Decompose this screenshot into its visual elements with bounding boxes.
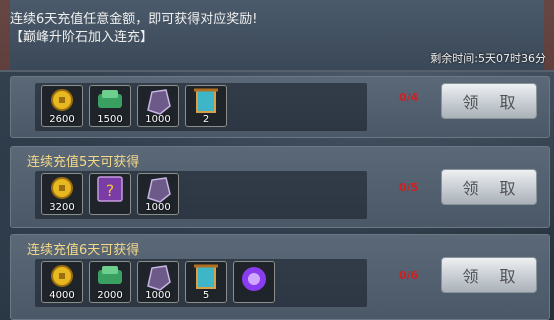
item-quantity: 5 <box>202 290 210 301</box>
purple-stone-icon <box>147 89 171 115</box>
reward-items: 2600 1500 1000 2 <box>35 83 367 131</box>
reward-item[interactable]: 1000 <box>137 173 179 215</box>
jade-stack-icon <box>98 90 122 108</box>
progress-count: 0/5 <box>399 181 419 194</box>
tier-title: 连续充值6天可获得 <box>27 243 140 258</box>
reward-items: 4000 2000 1000 5 <box>35 259 367 307</box>
remaining-time: 剩余时间:5天07时36分 <box>430 52 546 65</box>
gold-coin-icon <box>51 89 73 111</box>
reward-item[interactable]: 1500 <box>89 85 131 127</box>
scroll-icon <box>194 264 218 289</box>
item-quantity: 1000 <box>145 114 171 125</box>
reward-tier-5-days: 连续充值5天可获得 3200 ? 1000 0/5 领 取 <box>10 146 550 228</box>
progress-count: 0/6 <box>399 269 419 282</box>
reward-item[interactable]: ? <box>89 173 131 215</box>
item-quantity: 1000 <box>145 202 171 213</box>
item-quantity: 1500 <box>97 114 123 125</box>
reward-tier-6-days: 连续充值6天可获得 4000 2000 1000 5 0/6 领 取 <box>10 234 550 320</box>
scroll-icon <box>194 88 218 113</box>
progress-count: 0/4 <box>399 91 419 104</box>
item-quantity: 2 <box>202 114 210 125</box>
item-quantity: 2000 <box>97 290 123 301</box>
purple-orb-icon <box>242 267 266 291</box>
gold-coin-icon <box>51 265 73 287</box>
banner-ornament-left <box>0 0 10 70</box>
purple-stone-icon <box>147 177 171 203</box>
jade-stack-icon <box>98 266 122 284</box>
item-quantity: 2600 <box>49 114 75 125</box>
reward-item[interactable]: 2000 <box>89 261 131 303</box>
tier-title: 连续充值5天可获得 <box>27 155 140 170</box>
reward-item[interactable]: 2600 <box>41 85 83 127</box>
event-banner: 连续6天充值任意金额，即可获得对应奖励! 【巅峰升阶石加入连充】 剩余时间:5天… <box>0 0 554 72</box>
reward-tier-4-days: 2600 1500 1000 2 0/4 领 取 <box>10 76 550 138</box>
purple-stone-icon <box>147 265 171 291</box>
mystery-book-icon: ? <box>97 176 123 202</box>
claim-button[interactable]: 领 取 <box>441 257 537 293</box>
reward-item[interactable]: 1000 <box>137 261 179 303</box>
reward-items: 3200 ? 1000 <box>35 171 367 219</box>
claim-button[interactable]: 领 取 <box>441 169 537 205</box>
reward-item[interactable] <box>233 261 275 303</box>
svg-text:?: ? <box>106 181 115 200</box>
reward-item[interactable]: 3200 <box>41 173 83 215</box>
reward-item[interactable]: 2 <box>185 85 227 127</box>
reward-item[interactable]: 1000 <box>137 85 179 127</box>
item-quantity: 1000 <box>145 290 171 301</box>
item-quantity: 4000 <box>49 290 75 301</box>
reward-item[interactable]: 4000 <box>41 261 83 303</box>
gold-coin-icon <box>51 177 73 199</box>
claim-button[interactable]: 领 取 <box>441 83 537 119</box>
banner-description: 连续6天充值任意金额，即可获得对应奖励! <box>10 12 258 27</box>
item-quantity: 3200 <box>49 202 75 213</box>
reward-item[interactable]: 5 <box>185 261 227 303</box>
banner-note: 【巅峰升阶石加入连充】 <box>10 30 154 45</box>
